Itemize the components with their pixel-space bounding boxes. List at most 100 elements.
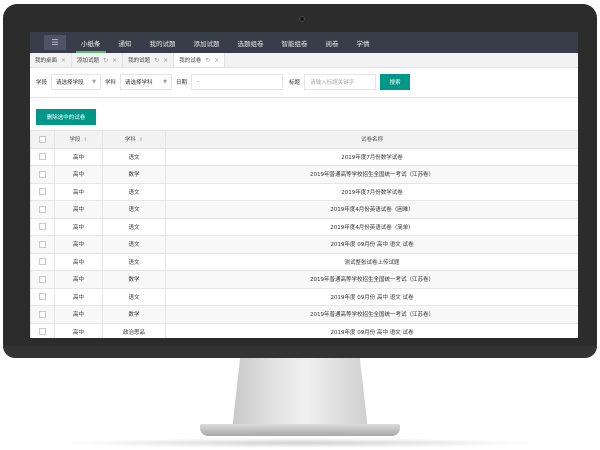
nav-item-my-questions[interactable]: 我的试题 <box>141 32 185 53</box>
nav-item-notes[interactable]: 小纸条 <box>72 32 110 53</box>
row-checkbox[interactable] <box>39 205 46 213</box>
row-checkbox[interactable] <box>39 328 46 336</box>
subject-select[interactable]: 请选择学科 ▼ <box>120 74 173 90</box>
cell-name: 2019年普通高等学校招生全国统一考试（江苏卷） <box>165 270 578 289</box>
nav-item-analytics[interactable]: 学情 <box>348 32 379 53</box>
cell-stage: 高中 <box>54 165 103 184</box>
table-row[interactable]: 高中 数学 2019年普通高等学校招生全国统一考试（江苏卷） <box>30 165 578 184</box>
camera-icon <box>299 16 305 22</box>
nav-item-grading[interactable]: 阅卷 <box>317 32 348 53</box>
close-icon[interactable]: × <box>163 57 168 64</box>
cell-name: 2019年度 09月份 高中 语文 试卷 <box>165 322 578 338</box>
table-row[interactable]: 高中 语文 2019年度4月份英语试卷（简单） <box>30 217 578 236</box>
delete-selected-button[interactable]: 删除选中的试卷 <box>36 109 96 125</box>
nav-item-notice[interactable]: 通知 <box>110 32 141 53</box>
row-checkbox[interactable] <box>39 258 46 266</box>
cell-name: 2019年度4月份英语试卷（简单） <box>165 217 578 236</box>
title-search-input[interactable]: 请输入标题关键字 <box>304 74 377 90</box>
close-icon[interactable]: × <box>61 57 66 64</box>
cell-subject: 数学 <box>102 305 166 324</box>
row-checkbox[interactable] <box>39 275 46 283</box>
select-all-cell <box>30 130 55 149</box>
col-header-label: 学段 <box>69 137 81 144</box>
table-header-row: 学段 ⇕ 学科 ⇕ 试卷名称 <box>30 130 578 149</box>
sort-icon[interactable]: ⇕ <box>139 137 143 143</box>
row-checkbox[interactable] <box>39 153 46 161</box>
nav-item-select-compose[interactable]: 选题组卷 <box>229 32 273 53</box>
select-all-checkbox[interactable] <box>39 135 46 143</box>
refresh-icon[interactable]: ↻ <box>103 57 108 64</box>
monitor-shadow <box>60 438 540 448</box>
menu-icon[interactable]: ☰ <box>44 35 66 50</box>
cell-stage: 高中 <box>54 200 103 219</box>
row-checkbox[interactable] <box>39 223 46 231</box>
papers-table: 学段 ⇕ 学科 ⇕ 试卷名称 高中 语文 2019年度7月份数学试卷 高中 数学 2019年… <box>30 130 578 338</box>
stage-select-value: 请选择学段 <box>56 80 84 86</box>
table-row[interactable]: 高中 语文 测试整张试卷上传试题 <box>30 252 578 271</box>
cell-subject: 语文 <box>102 200 166 219</box>
table-row[interactable]: 高中 语文 2019年度 09月份 高中 语文 试卷 <box>30 235 578 254</box>
nav-item-smart-compose[interactable]: 智能组卷 <box>273 32 317 53</box>
row-checkbox[interactable] <box>39 240 46 248</box>
stage-select[interactable]: 请选择学段 ▼ <box>51 74 102 90</box>
subject-select-value: 请选择学科 <box>125 80 153 86</box>
table-row[interactable]: 高中 语文 2019年度7月份数学试卷 <box>30 147 578 166</box>
cell-stage: 高中 <box>54 182 103 201</box>
cell-subject: 语文 <box>102 287 166 306</box>
tab-label: 我的桌面 <box>35 58 58 64</box>
monitor-stand <box>232 358 368 430</box>
cell-stage: 高中 <box>54 270 103 289</box>
cell-subject: 政治思品 <box>102 322 166 338</box>
cell-name: 2019年度4月份英语试卷（困难） <box>165 200 578 219</box>
date-label: 日期 <box>176 80 188 86</box>
monitor-bezel: ☰ 小纸条 通知 我的试题 添加试题 选题组卷 智能组卷 阅卷 学情 我的桌面 … <box>3 4 597 358</box>
row-select-cell <box>30 322 55 338</box>
row-select-cell <box>30 165 55 184</box>
cell-name: 2019年度7月份数学试卷 <box>165 182 578 201</box>
tab-desktop[interactable]: 我的桌面 × <box>30 53 73 67</box>
top-nav: ☰ 小纸条 通知 我的试题 添加试题 选题组卷 智能组卷 阅卷 学情 <box>30 32 578 53</box>
chevron-down-icon: ▼ <box>163 79 168 85</box>
table-row[interactable]: 高中 数学 2019年普通高等学校招生全国统一考试（江苏卷） <box>30 270 578 289</box>
cell-subject: 语文 <box>102 217 166 236</box>
cell-subject: 语文 <box>102 252 166 271</box>
row-checkbox[interactable] <box>39 310 46 318</box>
cell-subject: 语文 <box>102 182 166 201</box>
cell-stage: 高中 <box>54 235 103 254</box>
table-row[interactable]: 高中 数学 2019年普通高等学校招生全国统一考试（江苏卷） <box>30 305 578 324</box>
row-checkbox[interactable] <box>39 293 46 301</box>
row-checkbox[interactable] <box>39 170 46 178</box>
col-header-subject[interactable]: 学科 ⇕ <box>102 130 166 149</box>
row-select-cell <box>30 182 55 201</box>
search-button[interactable]: 搜索 <box>380 74 411 90</box>
close-icon[interactable]: × <box>112 57 117 64</box>
row-select-cell <box>30 270 55 289</box>
table-row[interactable]: 高中 语文 2019年度 09月份 高中 语文 试卷 <box>30 287 578 306</box>
date-range-input[interactable]: - <box>191 74 284 90</box>
col-header-label: 学科 <box>124 137 136 144</box>
cell-subject: 数学 <box>102 270 166 289</box>
row-checkbox[interactable] <box>39 188 46 196</box>
cell-stage: 高中 <box>54 147 103 166</box>
close-icon[interactable]: × <box>214 57 219 64</box>
row-select-cell <box>30 235 55 254</box>
refresh-icon[interactable]: ↻ <box>205 57 210 64</box>
col-header-stage[interactable]: 学段 ⇕ <box>54 130 103 149</box>
cell-name: 2019年普通高等学校招生全国统一考试（江苏卷） <box>165 305 578 324</box>
nav-item-add-question[interactable]: 添加试题 <box>185 32 229 53</box>
tab-add-question[interactable]: 添加试题 ↻ × <box>72 53 124 67</box>
table-row[interactable]: 高中 政治思品 2019年度 09月份 高中 语文 试卷 <box>30 322 578 338</box>
tab-my-questions[interactable]: 我的试题 ↻ × <box>123 53 175 67</box>
row-select-cell <box>30 217 55 236</box>
monitor-chin <box>3 346 597 358</box>
cell-stage: 高中 <box>54 305 103 324</box>
refresh-icon[interactable]: ↻ <box>154 57 159 64</box>
tab-my-papers[interactable]: 我的试卷 ↻ × <box>174 53 226 67</box>
cell-name: 2019年度 09月份 高中 语文 试卷 <box>165 235 578 254</box>
tab-label: 我的试卷 <box>179 58 202 64</box>
table-row[interactable]: 高中 语文 2019年度7月份数学试卷 <box>30 182 578 201</box>
sort-icon[interactable]: ⇕ <box>83 137 87 143</box>
table-row[interactable]: 高中 语文 2019年度4月份英语试卷（困难） <box>30 200 578 219</box>
title-label: 标题 <box>289 80 301 86</box>
cell-stage: 高中 <box>54 252 103 271</box>
